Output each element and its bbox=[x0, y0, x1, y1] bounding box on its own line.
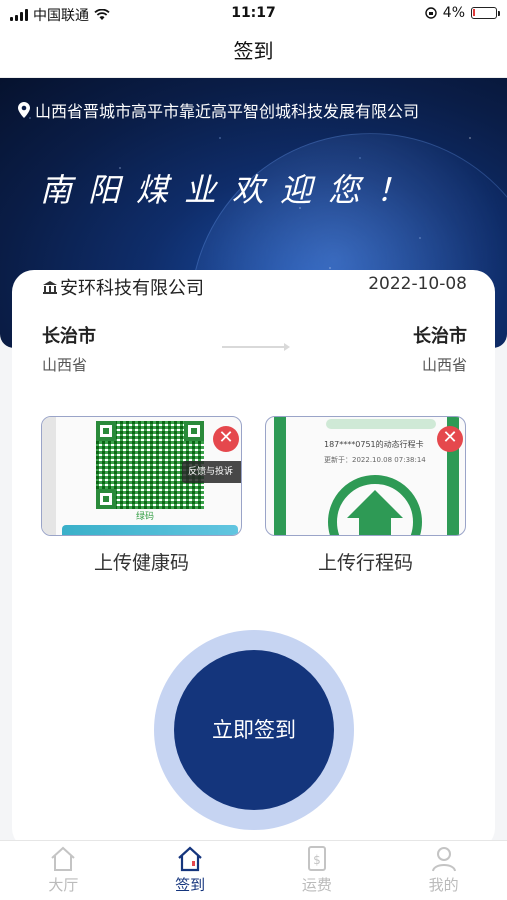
qr-finder bbox=[96, 421, 116, 441]
home-icon bbox=[51, 846, 76, 871]
tab-bar: 大厅 签到 $ 运费 我的 bbox=[0, 840, 507, 900]
status-right: 4% bbox=[425, 5, 500, 21]
feedback-tag: 反馈与投诉 bbox=[182, 461, 241, 483]
origin-province: 山西省 bbox=[42, 356, 88, 374]
health-code-image[interactable]: 绿码 反馈与投诉 ✕ bbox=[41, 416, 242, 536]
company-row: 安环科技有限公司 bbox=[42, 274, 204, 300]
origin: 长治市 山西省 bbox=[42, 322, 96, 375]
tab-freight[interactable]: $ 运费 bbox=[254, 841, 381, 900]
svg-text:$: $ bbox=[313, 853, 321, 867]
company-name: 安环科技有限公司 bbox=[60, 278, 204, 299]
location-pin-icon bbox=[18, 102, 30, 118]
origin-city: 长治市 bbox=[42, 326, 96, 347]
trip-card-header bbox=[326, 419, 436, 429]
battery-icon bbox=[471, 7, 500, 19]
battery-percent: 4% bbox=[442, 5, 465, 21]
tab-profile[interactable]: 我的 bbox=[380, 841, 507, 900]
trip-card-updated: 更新于：2022.10.08 07:38:14 bbox=[324, 456, 426, 464]
user-icon bbox=[431, 847, 456, 872]
location-text: 山西省晋城市高平市靠近高平智创城科技发展有限公司 bbox=[35, 102, 420, 121]
route-arrow bbox=[222, 343, 290, 351]
nav-title: 签到 bbox=[0, 28, 507, 78]
destination-city: 长治市 bbox=[413, 326, 467, 347]
health-code-label: 上传健康码 bbox=[93, 552, 189, 574]
location-row[interactable]: 山西省晋城市高平市靠近高平智创城科技发展有限公司 bbox=[18, 98, 419, 122]
travel-code-upload[interactable]: 187****0751的动态行程卡 更新于：2022.10.08 07:38:1… bbox=[265, 416, 466, 575]
welcome-text: 南阳煤业欢迎您！ bbox=[40, 171, 425, 209]
tab-sign-in[interactable]: 签到 bbox=[127, 841, 254, 900]
delete-health-code-button[interactable]: ✕ bbox=[213, 426, 239, 452]
home-icon bbox=[178, 846, 202, 872]
tab-label: 签到 bbox=[175, 876, 206, 894]
delete-travel-code-button[interactable]: ✕ bbox=[437, 426, 463, 452]
trip-date: 2022-10-08 bbox=[368, 274, 467, 294]
screenshot-bar bbox=[62, 525, 238, 535]
dollar-doc-icon: $ bbox=[307, 846, 326, 871]
status-bar: 中国联通 11:17 4% bbox=[0, 0, 507, 28]
rotation-lock-icon bbox=[425, 7, 437, 19]
qr-finder bbox=[96, 489, 116, 509]
trip-card-title: 187****0751的动态行程卡 bbox=[324, 440, 424, 449]
health-code-upload[interactable]: 绿码 反馈与投诉 ✕ 上传健康码 bbox=[41, 416, 242, 575]
travel-code-label: 上传行程码 bbox=[317, 552, 413, 574]
travel-code-image[interactable]: 187****0751的动态行程卡 更新于：2022.10.08 07:38:1… bbox=[265, 416, 466, 536]
screenshot-edge bbox=[42, 417, 56, 535]
tab-label: 我的 bbox=[428, 876, 459, 894]
green-code-caption: 绿码 bbox=[136, 512, 155, 522]
tab-label: 大厅 bbox=[48, 876, 79, 894]
bank-icon bbox=[43, 281, 57, 294]
destination-province: 山西省 bbox=[421, 356, 467, 374]
tab-lobby[interactable]: 大厅 bbox=[0, 841, 127, 900]
tab-label: 运费 bbox=[301, 876, 332, 894]
qr-finder bbox=[184, 421, 204, 441]
destination: 长治市 山西省 bbox=[413, 322, 467, 375]
sign-in-button[interactable]: 立即签到 bbox=[174, 650, 334, 810]
trip-card-border bbox=[274, 417, 286, 535]
green-arrow-icon bbox=[328, 475, 422, 535]
